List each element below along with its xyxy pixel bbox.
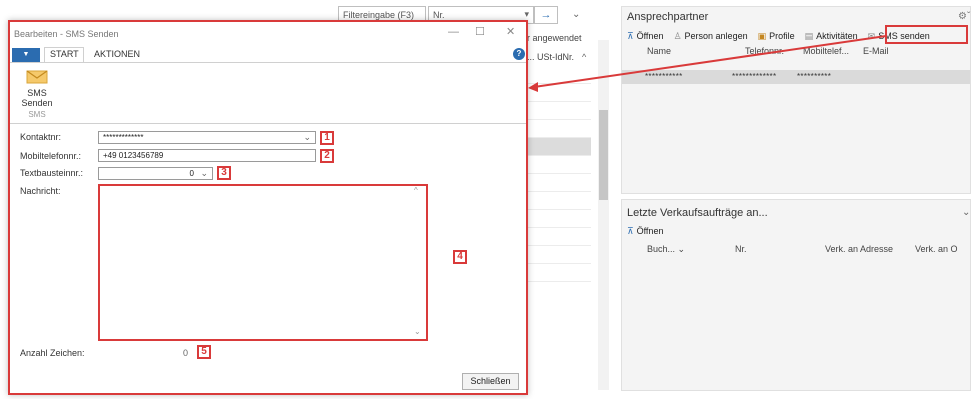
callout-marker-4: 4 [453,250,467,264]
close-icon[interactable]: ✕ [506,25,515,38]
message-textarea[interactable] [98,184,428,341]
app-menu-button[interactable]: ▼ [12,48,40,62]
sms-label-line1: SMS [27,88,47,98]
tab-actions[interactable]: AKTIONEN [94,49,140,59]
anzahl-label: Anzahl Zeichen: [20,348,85,358]
dialog-title: Bearbeiten - SMS Senden [14,29,119,39]
callout-marker-1: 1 [320,131,334,145]
callout-marker-3: 3 [217,166,231,180]
callout-marker-2: 2 [320,149,334,163]
minimize-icon[interactable]: — [448,26,459,38]
nachricht-label: Nachricht: [20,186,61,196]
help-icon[interactable]: ? [513,48,525,60]
char-count-value: 0 [183,348,189,358]
ribbon [10,62,526,124]
textbaustein-value: 0 [189,169,194,178]
textbaustein-field[interactable]: 0 ⌄ [98,167,213,180]
kontaktnr-value: ************* [103,133,144,142]
scroll-up-icon[interactable]: ^ [414,186,418,195]
kontaktnr-label: Kontaktnr: [20,132,62,142]
mobile-number-field[interactable]: +49 0123456789 [98,149,316,162]
scroll-down-icon[interactable]: ⌄ [414,327,421,336]
kontaktnr-field[interactable]: ************* ⌄ [98,131,316,144]
sms-send-ribbon-button[interactable]: SMS Senden [17,88,57,108]
textbaustein-label: Textbausteinnr.: [20,168,84,178]
sms-label-line2: Senden [21,98,53,108]
mobil-label: Mobiltelefonnr.: [20,151,82,161]
close-button[interactable]: Schließen [462,373,519,390]
tab-start[interactable]: START [50,49,79,59]
callout-marker-5: 5 [197,345,211,359]
chevron-down-icon[interactable]: ⌄ [303,132,311,143]
chevron-down-icon[interactable]: ⌄ [200,168,208,179]
envelope-icon[interactable] [26,68,48,84]
maximize-icon[interactable]: ☐ [475,25,485,38]
ribbon-group-label: SMS [28,110,46,119]
